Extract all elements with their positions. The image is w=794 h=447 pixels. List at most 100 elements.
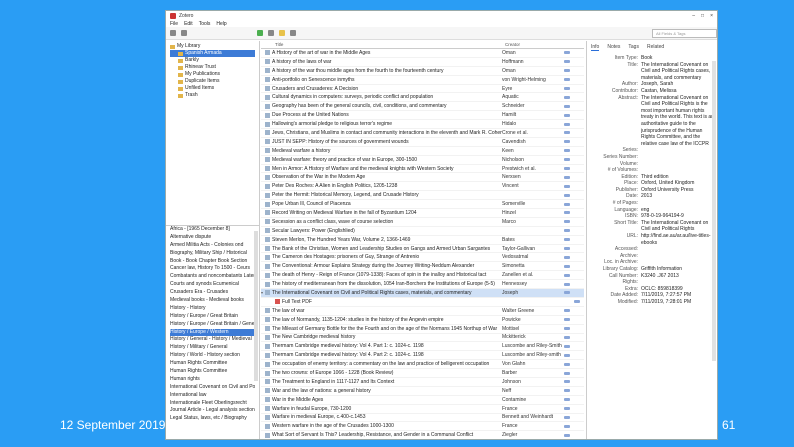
- attachment-icon[interactable]: [564, 335, 570, 339]
- menu-help[interactable]: Help: [216, 21, 226, 27]
- tag-item[interactable]: Human Rights Committee: [170, 360, 255, 368]
- attachment-icon[interactable]: [564, 282, 570, 286]
- attachment-icon[interactable]: [564, 407, 570, 411]
- attachment-icon[interactable]: [564, 415, 570, 419]
- tab-notes[interactable]: Notes: [607, 44, 620, 51]
- attachment-icon[interactable]: [564, 309, 570, 313]
- minimize-button[interactable]: –: [692, 13, 695, 19]
- attachment-icon[interactable]: [564, 291, 570, 295]
- item-row[interactable]: A history of the war thou middle ages fr…: [261, 67, 584, 76]
- tag-item[interactable]: Book - Book Chapter Book Section: [170, 258, 255, 266]
- menu-file[interactable]: File: [170, 21, 178, 27]
- field-value[interactable]: 7/11/2019, 7:28:01 PM: [641, 299, 714, 306]
- tag-item[interactable]: International law: [170, 392, 255, 400]
- attachment-icon[interactable]: [564, 95, 570, 99]
- field-value[interactable]: http://find.ae.au/ar.au/live-titles-eboo…: [641, 233, 714, 246]
- tag-item[interactable]: Biography, Military Ship / Historical: [170, 250, 255, 258]
- item-row[interactable]: The Mileast of Germany Bottle for the th…: [261, 325, 584, 334]
- tag-item[interactable]: History / World - History section: [170, 352, 255, 360]
- field-value[interactable]: Oxford University Press: [641, 187, 714, 194]
- new-collection-icon[interactable]: [170, 30, 176, 36]
- item-row[interactable]: Full Text PDF: [261, 298, 584, 307]
- attachment-icon[interactable]: [564, 353, 570, 357]
- collection-item[interactable]: My Library: [170, 43, 255, 50]
- attachment-icon[interactable]: [564, 131, 570, 135]
- collection-item[interactable]: Rhineav Trust: [170, 64, 255, 71]
- item-row[interactable]: A history of the laws of war Hoffmann: [261, 58, 584, 67]
- item-row[interactable]: Men in Armor: A History of Warfare and t…: [261, 165, 584, 174]
- item-row[interactable]: Thermam Cambridge medieval history: Vol …: [261, 342, 584, 352]
- item-row[interactable]: A History of the art of war in the Middl…: [261, 49, 584, 58]
- attachment-icon[interactable]: [564, 220, 570, 224]
- attachment-icon[interactable]: [564, 193, 570, 197]
- tag-item[interactable]: Journal Article - Legal analysis section: [170, 407, 255, 415]
- tag-item[interactable]: History / General - History / Medieval: [170, 336, 255, 344]
- attachment-icon[interactable]: [564, 344, 570, 348]
- tab-info[interactable]: Info: [591, 44, 600, 51]
- item-row[interactable]: Pope Urban Ill, Council of Piacenza Somer…: [261, 200, 584, 210]
- field-value[interactable]: [641, 259, 714, 266]
- tags-scrollbar[interactable]: [254, 231, 258, 381]
- item-row[interactable]: JUST IN SEPP: History of the sources of …: [261, 138, 584, 147]
- tag-item[interactable]: History / Europe / Great Britain: [170, 313, 255, 321]
- attachment-icon[interactable]: [564, 238, 570, 242]
- item-row[interactable]: Geography has been of the general counci…: [261, 102, 584, 112]
- attachment-icon[interactable]: [564, 424, 570, 428]
- item-row[interactable]: The Cameron des Hostages: prisoners of G…: [261, 253, 584, 263]
- attachment-icon[interactable]: [564, 184, 570, 188]
- attachment-icon[interactable]: [564, 87, 570, 90]
- tag-item[interactable]: Human Rights Committee: [170, 368, 255, 376]
- field-value[interactable]: Castan, Melissa: [641, 88, 714, 95]
- item-row[interactable]: Peter Des Roches: A Alien in English Pol…: [261, 182, 584, 192]
- item-row[interactable]: The New Cambridge medieval history Mckitt…: [261, 334, 584, 343]
- attachment-icon[interactable]: [564, 398, 570, 402]
- attachment-icon[interactable]: [564, 389, 570, 393]
- item-row[interactable]: The Treatment to England in 1117-1127 an…: [261, 378, 584, 387]
- item-row[interactable]: Thermam Cambridge medieval history: Vol …: [261, 351, 584, 361]
- tag-item[interactable]: History - History: [170, 305, 255, 313]
- collection-item[interactable]: Duplicate Items: [170, 78, 255, 85]
- item-row[interactable]: ▾ The International Covenant on Civil and…: [261, 289, 584, 298]
- item-row[interactable]: Secession as a conflict class, wave of c…: [261, 218, 584, 227]
- attachment-icon[interactable]: [564, 380, 570, 384]
- item-row[interactable]: The history of mediterranean from the di…: [261, 280, 584, 290]
- close-button[interactable]: ×: [710, 13, 713, 19]
- tab-related[interactable]: Related: [647, 44, 664, 51]
- attachment-icon[interactable]: [564, 51, 570, 55]
- item-row[interactable]: Warfare in medieval Europe, c.400-c.1453…: [261, 414, 584, 423]
- item-row[interactable]: Anti-portfolio on Senescence inmyths von …: [261, 76, 584, 85]
- attachment-icon[interactable]: [564, 264, 570, 268]
- item-row[interactable]: Due Process at the United Nations Hamilt: [261, 111, 584, 121]
- item-row[interactable]: Western warfare in the age of the Crusad…: [261, 422, 584, 432]
- item-row[interactable]: Cultural dynamics in computers: surveys,…: [261, 93, 584, 103]
- attachment-icon[interactable]: [564, 122, 570, 126]
- tag-item[interactable]: Combatants and noncombatants Later: [170, 273, 255, 281]
- attachment-icon[interactable]: [564, 273, 570, 277]
- attachment-icon[interactable]: [564, 247, 570, 251]
- attachment-icon[interactable]: [564, 158, 570, 162]
- field-value[interactable]: [641, 253, 714, 260]
- tag-item[interactable]: Armed Militia Acts - Colonies ond: [170, 242, 255, 250]
- collection-item[interactable]: Unfiled Items: [170, 85, 255, 92]
- item-row[interactable]: The Bank of the Christian, Women and Lea…: [261, 245, 584, 254]
- collection-item[interactable]: Trash: [170, 92, 255, 99]
- collection-item[interactable]: Spanish Armada: [170, 50, 255, 57]
- field-value[interactable]: 978-0-19-964194-9: [641, 213, 714, 220]
- collection-item[interactable]: My Publications: [170, 71, 255, 78]
- column-creator[interactable]: Creator: [505, 42, 567, 47]
- item-pane-scrollbar[interactable]: [712, 61, 716, 361]
- search-input[interactable]: All Fields & Tags: [652, 28, 717, 38]
- item-row[interactable]: Secular Lawyers: Power (Englishlied): [261, 227, 584, 236]
- attachment-icon[interactable]: [290, 30, 296, 36]
- attachment-icon[interactable]: [564, 211, 570, 215]
- tag-item[interactable]: Legal Status, laws, etc / Biography: [170, 415, 255, 423]
- attachment-icon[interactable]: [564, 60, 570, 64]
- menu-tools[interactable]: Tools: [199, 21, 211, 27]
- attachment-icon[interactable]: [564, 433, 570, 437]
- add-by-identifier-icon[interactable]: [268, 30, 274, 36]
- tag-item[interactable]: History / Europe / Western: [170, 328, 255, 337]
- collection-item[interactable]: Barkly: [170, 57, 255, 64]
- attachment-icon[interactable]: [564, 113, 570, 117]
- item-row[interactable]: Steven Merlon, The Hundred Years War, Vo…: [261, 236, 584, 245]
- attachment-icon[interactable]: [564, 140, 570, 144]
